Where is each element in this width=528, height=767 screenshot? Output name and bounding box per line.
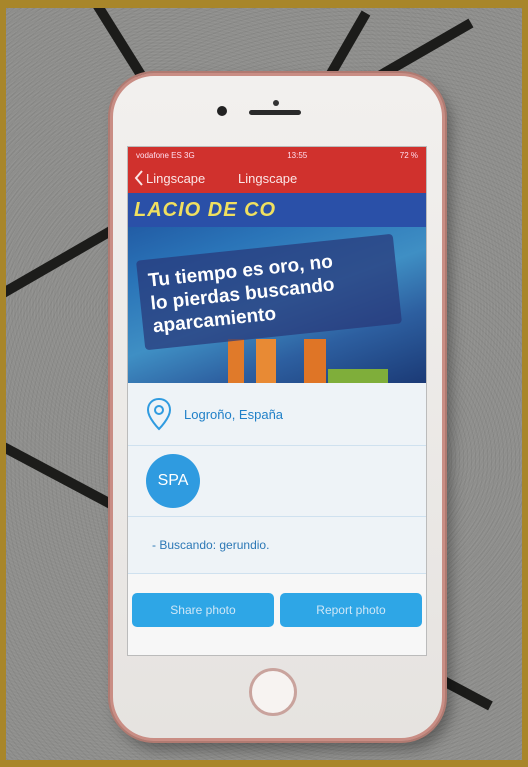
street-photo[interactable]: LACIO DE CO Tu tiempo es oro, no lo pier…	[128, 193, 426, 383]
page-title: Lingscape	[238, 171, 298, 186]
building-lettering: LACIO DE CO	[134, 199, 277, 221]
orange-column	[228, 339, 244, 383]
location-label: Logroño, España	[184, 406, 284, 422]
smartphone: vodafone ES 3G 13:55 72 % Lingscape Ling…	[110, 73, 445, 741]
back-button[interactable]: Lingscape	[128, 170, 205, 186]
green-vegetation	[328, 369, 388, 383]
language-badge: SPA	[146, 454, 200, 508]
earpiece-speaker	[249, 110, 301, 115]
front-camera	[217, 106, 227, 116]
navigation-bar: Lingscape Lingscape	[128, 163, 426, 193]
language-row: SPA	[128, 446, 426, 517]
action-buttons: Share photo Report photo	[128, 593, 426, 627]
battery-level: 72 %	[399, 150, 418, 160]
location-row: Logroño, España	[128, 383, 426, 446]
location-pin-icon	[146, 397, 172, 431]
paving-stone-background: vodafone ES 3G 13:55 72 % Lingscape Ling…	[6, 8, 522, 760]
phone-screen: vodafone ES 3G 13:55 72 % Lingscape Ling…	[127, 146, 427, 656]
clock: 13:55	[287, 150, 308, 160]
chevron-left-icon	[134, 170, 143, 186]
status-bar: vodafone ES 3G 13:55 72 %	[128, 147, 426, 163]
share-photo-button[interactable]: Share photo	[132, 593, 274, 627]
grammar-hint: - Buscando: gerundio.	[152, 538, 270, 552]
grammar-hint-row: - Buscando: gerundio.	[128, 517, 426, 574]
carrier-label: vodafone ES 3G	[136, 150, 195, 160]
orange-column	[256, 339, 276, 383]
orange-column	[304, 339, 326, 383]
report-photo-button[interactable]: Report photo	[280, 593, 422, 627]
back-label: Lingscape	[146, 170, 206, 186]
home-button[interactable]	[249, 668, 297, 716]
proximity-sensor	[273, 100, 279, 106]
